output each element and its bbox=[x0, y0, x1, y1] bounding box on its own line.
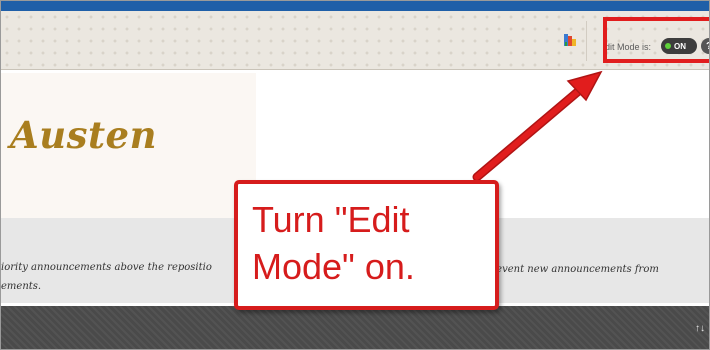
callout-line-1: Turn "Edit bbox=[252, 199, 410, 240]
announcement-info-text-left: iority announcements above the repositio bbox=[1, 262, 212, 273]
announcements-header-bar bbox=[1, 306, 709, 349]
announcement-info-text-right: prevent new announcements from bbox=[485, 264, 659, 275]
screenshot-frame: dit Mode is: ON ? Austen iority announce… bbox=[0, 0, 710, 350]
callout-line-2: Mode" on. bbox=[252, 246, 415, 287]
sort-arrows-icon[interactable]: ↑↓ bbox=[695, 323, 705, 334]
toolbar-divider bbox=[586, 21, 587, 61]
top-strip bbox=[1, 1, 709, 11]
course-banner-title: Austen bbox=[10, 113, 157, 157]
instruction-callout: Turn "Edit Mode" on. bbox=[234, 180, 499, 310]
announcement-info-text-line2: ements. bbox=[1, 281, 42, 292]
palette-icon[interactable] bbox=[564, 34, 576, 46]
highlight-box bbox=[603, 17, 709, 63]
